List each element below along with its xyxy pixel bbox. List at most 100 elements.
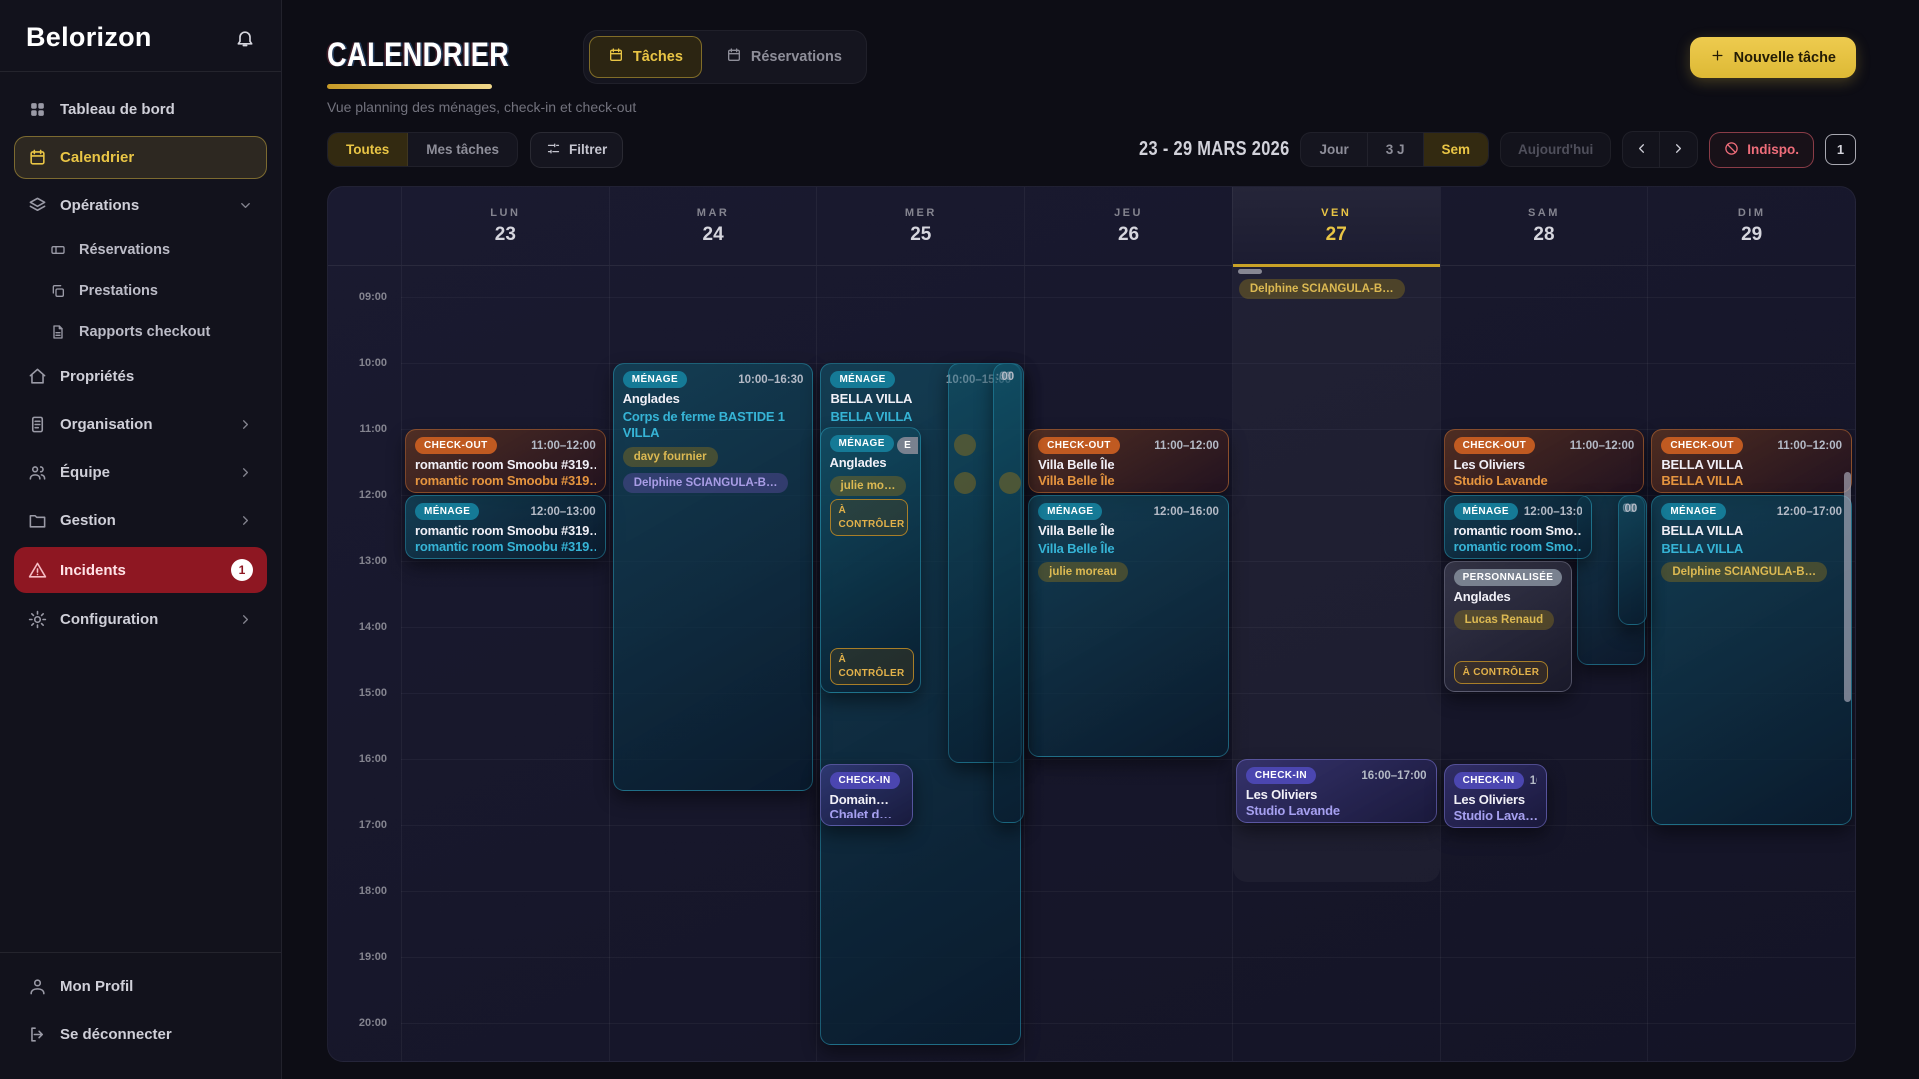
- event-card-menage[interactable]: MÉNAGE12:00–16:00Villa Belle ÎleVilla Be…: [1028, 495, 1229, 757]
- event-type-badge: CHECK-OUT: [1454, 437, 1536, 454]
- event-card-menage[interactable]: MÉNAGE12:00–13:00romantic room Smo…roman…: [1444, 495, 1593, 559]
- calendar-icon: [28, 148, 47, 167]
- scrollbar-thumb[interactable]: [1844, 472, 1851, 702]
- event-card-checkin[interactable]: CHECK-IN16Les OliviersStudio Lava…: [1444, 764, 1547, 828]
- toolbar: Toutes Mes tâches Filtrer 23 - 29 MARS 2…: [282, 115, 1919, 168]
- prev-week-button[interactable]: [1623, 132, 1660, 167]
- event-type-badge: MÉNAGE: [415, 503, 479, 520]
- day-number: 25: [910, 224, 931, 246]
- sidebar-item-label: Réservations: [79, 242, 170, 258]
- sidebar-item-label: Se déconnecter: [60, 1026, 172, 1043]
- notifications-bell-icon[interactable]: [235, 28, 255, 48]
- app-root: Belorizon Tableau de bordCalendrierOpéra…: [0, 0, 1919, 1079]
- page-title: CALENDRIER: [327, 36, 509, 75]
- time-label: 09:00: [359, 291, 387, 303]
- event-type-badge: PERSONNALISÉE: [1454, 569, 1563, 586]
- event-card-checkout[interactable]: CHECK-OUT11:00–12:00romantic room Smoobu…: [405, 429, 606, 493]
- tab-reservations[interactable]: Réservations: [707, 36, 861, 78]
- day-header-mar[interactable]: MAR24: [609, 187, 817, 265]
- day-name: MER: [905, 207, 937, 219]
- event-card-checkout[interactable]: CHECK-OUT11:00–12:00Villa Belle ÎleVilla…: [1028, 429, 1229, 493]
- assignee-chip[interactable]: Delphine SCIANGULA-B…: [1239, 279, 1405, 299]
- event-header-row: CHECK-OUT11:00–12:00: [1454, 437, 1635, 454]
- event-title: Les Oliviers: [1454, 457, 1635, 470]
- event-header-row: MÉNAGE12:00–17:00: [1661, 503, 1842, 520]
- event-time: 11:00–12:00: [1154, 440, 1219, 452]
- day-header-lun[interactable]: LUN23: [401, 187, 609, 265]
- event-time: 12:00–13:00: [530, 506, 595, 518]
- sidebar-item-prestations[interactable]: Prestations: [36, 273, 267, 309]
- event-card-menage[interactable]: MÉNAGE12:00–13:00romantic room Smoobu #3…: [405, 495, 606, 559]
- day-number: 24: [703, 224, 724, 246]
- a-controler-badge: À CONTRÔLER: [830, 648, 914, 685]
- time-label: 14:00: [359, 621, 387, 633]
- event-footer: À CONTRÔLER: [1454, 661, 1562, 685]
- event-title: Anglades: [623, 391, 804, 406]
- next-week-button[interactable]: [1660, 132, 1697, 167]
- day-header-sam[interactable]: SAM28: [1440, 187, 1648, 265]
- sidebar-item-se-deconnecter[interactable]: Se déconnecter: [14, 1013, 267, 1056]
- event-title: Les Oliviers: [1246, 787, 1427, 800]
- day-header-mer[interactable]: MER 25: [816, 187, 1024, 265]
- scope-mes-taches[interactable]: Mes tâches: [408, 133, 517, 166]
- sidebar-item-reservations[interactable]: Réservations: [36, 232, 267, 268]
- indispo-button[interactable]: Indispo.: [1709, 132, 1814, 168]
- copy-icon: [50, 283, 66, 299]
- sidebar-item-mon-profil[interactable]: Mon Profil: [14, 965, 267, 1008]
- toolbar-right: 23 - 29 MARS 2026 Jour 3 J Sem Aujourd'h…: [1106, 131, 1856, 168]
- view-jour[interactable]: Jour: [1301, 133, 1367, 166]
- today-button[interactable]: Aujourd'hui: [1500, 132, 1611, 167]
- sidebar-item-label: Gestion: [60, 512, 116, 529]
- scope-toggle: Toutes Mes tâches: [327, 132, 518, 167]
- sidebar-item-tableau-de-bord[interactable]: Tableau de bord: [14, 88, 267, 131]
- view-sem[interactable]: Sem: [1424, 133, 1489, 166]
- event-title: Domain…: [830, 792, 903, 804]
- time-label: 16:00: [359, 753, 387, 765]
- event-card-menage[interactable]: MÉNAGE10:00–16:30AngladesCorps de ferme …: [613, 363, 814, 791]
- view-toggle: Jour 3 J Sem: [1300, 132, 1489, 167]
- event-time: 11:00–12:00: [1777, 440, 1842, 452]
- sidebar: Belorizon Tableau de bordCalendrierOpéra…: [0, 0, 282, 1079]
- event-header-row: CHECK-IN: [830, 772, 903, 789]
- day-header-jeu[interactable]: JEU26: [1024, 187, 1232, 265]
- sidebar-item-equipe[interactable]: Équipe: [14, 451, 267, 494]
- calendar-mode-tabs: Tâches Réservations: [583, 30, 867, 84]
- calendar-icon: [726, 47, 742, 67]
- event-card-custom[interactable]: PERSONNALISÉEAngladesLucas RenaudÀ CONTR…: [1444, 561, 1572, 692]
- sidebar-item-label: Équipe: [60, 464, 110, 481]
- sidebar-item-calendrier[interactable]: Calendrier: [14, 136, 267, 179]
- assignee-chip: Delphine SCIANGULA-B…: [623, 473, 789, 493]
- day-header-ven[interactable]: VEN27: [1232, 187, 1440, 265]
- day-column-mer: MÉNAGE10:00–15:00BELLA VILLABELLA VILLA:…: [816, 266, 1024, 1062]
- event-card-checkout[interactable]: CHECK-OUT11:00–12:00BELLA VILLABELLA VIL…: [1651, 429, 1852, 493]
- event-type-badge: MÉNAGE: [830, 435, 894, 452]
- count-button[interactable]: 1: [1825, 134, 1856, 165]
- view-3j[interactable]: 3 J: [1368, 133, 1424, 166]
- sidebar-item-incidents[interactable]: Incidents1: [14, 547, 267, 593]
- event-card-checkin[interactable]: CHECK-INDomain…Chalet d…: [820, 764, 913, 826]
- sidebar-item-configuration[interactable]: Configuration: [14, 598, 267, 641]
- indispo-label: Indispo.: [1747, 142, 1799, 157]
- time-gutter: 09:0010:0011:0012:0013:0014:0015:0016:00…: [328, 266, 401, 1062]
- assignee-chip: julie mo…: [830, 476, 907, 496]
- sidebar-item-organisation[interactable]: Organisation: [14, 403, 267, 446]
- event-card-checkout[interactable]: CHECK-OUT11:00–12:00Les OliviersStudio L…: [1444, 429, 1645, 493]
- scope-toutes[interactable]: Toutes: [328, 133, 408, 166]
- sidebar-item-operations[interactable]: Opérations: [14, 184, 267, 227]
- filter-button[interactable]: Filtrer: [530, 132, 623, 168]
- sidebar-item-rapports-checkout[interactable]: Rapports checkout: [36, 314, 267, 350]
- gear-icon: [28, 610, 47, 629]
- event-card-checkin[interactable]: CHECK-IN16:00–17:00Les OliviersStudio La…: [1236, 759, 1437, 823]
- event-title: Anglades: [830, 455, 911, 470]
- new-task-button[interactable]: Nouvelle tâche: [1690, 37, 1856, 78]
- tab-taches[interactable]: Tâches: [589, 36, 702, 78]
- event-card-menage[interactable]: MÉNAGE11:0EAngladesjulie mo…À CONTRÔLERÀ…: [820, 427, 921, 693]
- event-card-menage[interactable]: MÉNAGE12:00–17:00BELLA VILLABELLA VILLAD…: [1651, 495, 1852, 825]
- event-card-menage[interactable]: 00: [993, 363, 1024, 823]
- event-card-menage[interactable]: 00: [1618, 495, 1647, 625]
- event-type-badge: CHECK-OUT: [1038, 437, 1120, 454]
- event-time: 00: [1625, 503, 1638, 515]
- sidebar-item-proprietes[interactable]: Propriétés: [14, 355, 267, 398]
- day-header-dim[interactable]: DIM29: [1647, 187, 1855, 265]
- sidebar-item-gestion[interactable]: Gestion: [14, 499, 267, 542]
